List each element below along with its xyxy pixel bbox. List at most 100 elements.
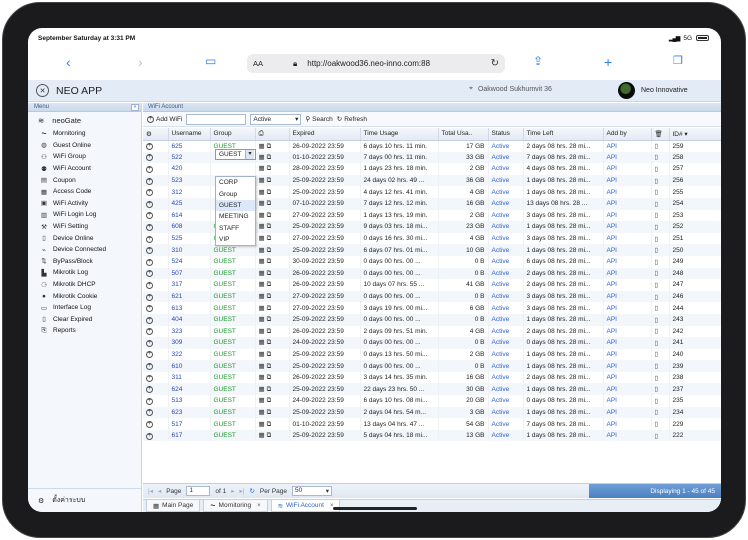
expand-row-button[interactable]: +: [143, 267, 169, 280]
sidebar-item-coupon[interactable]: ▤ Coupon: [40, 174, 141, 186]
sidebar-item-guest-online[interactable]: ◍ Guest Online: [40, 140, 141, 152]
copy-icon[interactable]: ⧉: [267, 270, 274, 277]
copy-icon[interactable]: ⧉: [267, 421, 274, 428]
expand-icon[interactable]: +: [146, 409, 153, 417]
username-cell[interactable]: 404: [168, 313, 211, 326]
expand-row-button[interactable]: +: [143, 197, 169, 210]
add-wifi-button[interactable]: + Add WiFi: [147, 115, 182, 123]
sidebar-item-mikrotik-dhcp[interactable]: ⚆ Mikrotik DHCP: [40, 279, 141, 291]
trash-icon[interactable]: ▯: [655, 409, 659, 416]
trash-icon[interactable]: 🗑︎: [655, 131, 663, 138]
table-row[interactable]: +311 GUEST ▦⧉ 26-09-2022 23:59 3 days 14 hrs…: [143, 371, 721, 384]
trash-icon[interactable]: ▯: [655, 259, 659, 266]
trash-icon[interactable]: ▯: [655, 421, 659, 428]
tab-main-page[interactable]: ▦ Main Page: [146, 500, 201, 512]
page-input[interactable]: 1: [186, 486, 211, 496]
delete-button[interactable]: ▯: [651, 360, 670, 372]
expand-icon[interactable]: +: [146, 421, 153, 429]
row-actions[interactable]: ▦⧉: [255, 255, 290, 268]
table-row[interactable]: +309 GUEST ▦⧉ 24-09-2022 23:59 0 days 00 hrs…: [143, 337, 721, 349]
delete-button[interactable]: ▯: [651, 429, 670, 442]
sidebar-section-neogate[interactable]: ≋ neoGate: [28, 112, 141, 128]
sidebar-item-wifi-login-log[interactable]: ▥ WiFi Login Log: [40, 209, 141, 221]
search-button[interactable]: ⚲ Search: [305, 115, 332, 124]
delete-button[interactable]: ▯: [651, 348, 670, 361]
copy-icon[interactable]: ⧉: [267, 339, 274, 346]
row-actions[interactable]: ▦⧉: [255, 290, 290, 303]
next-page-icon[interactable]: ▸: [231, 487, 234, 495]
tab-wifi-account[interactable]: ≋ WiFi Account ×: [270, 500, 341, 512]
copy-icon[interactable]: ⧉: [267, 223, 274, 230]
bookmarks-icon[interactable]: ▭: [205, 54, 216, 68]
copy-icon[interactable]: ⧉: [267, 281, 274, 288]
expand-icon[interactable]: +: [146, 143, 153, 151]
expand-row-button[interactable]: +: [143, 279, 169, 291]
dropdown-option[interactable]: MEETING: [216, 211, 255, 222]
row-actions[interactable]: ▦⧉: [255, 313, 290, 326]
table-row[interactable]: +524 GUEST ▦⧉ 30-09-2022 23:59 0 days 00 hrs…: [143, 255, 721, 268]
edit-icon[interactable]: ▦: [259, 165, 267, 172]
expand-icon[interactable]: +: [146, 258, 153, 266]
delete-button[interactable]: ▯: [651, 337, 670, 349]
edit-icon[interactable]: ▦: [259, 386, 267, 393]
sidebar-item-wifi-activity[interactable]: ▣ WiFi Activity: [40, 198, 141, 210]
table-row[interactable]: +513 GUEST ▦⧉ 24-09-2022 23:59 6 days 10 hrs…: [143, 395, 721, 407]
row-actions[interactable]: ▦⧉: [255, 221, 290, 233]
edit-icon[interactable]: ▦: [259, 258, 267, 265]
trash-icon[interactable]: ▯: [655, 375, 659, 382]
edit-icon[interactable]: ▦: [259, 281, 267, 288]
expand-icon[interactable]: +: [146, 305, 153, 313]
expand-icon[interactable]: +: [146, 293, 153, 301]
row-actions[interactable]: ▦⧉: [255, 395, 290, 407]
edit-icon[interactable]: ▦: [259, 328, 267, 335]
trash-icon[interactable]: ▯: [655, 317, 659, 324]
row-actions[interactable]: ▦⧉: [255, 348, 290, 361]
table-row[interactable]: +317 GUEST ▦⧉ 26-09-2022 23:59 10 days 07 hr…: [143, 279, 721, 291]
expand-icon[interactable]: +: [146, 177, 153, 185]
row-actions[interactable]: ▦⧉: [255, 186, 290, 198]
sidebar-item-bypass-block[interactable]: ⇅ ByPass/Block: [40, 256, 141, 268]
user-menu[interactable]: Neo Innovative: [618, 82, 688, 99]
expand-icon[interactable]: +: [146, 386, 153, 394]
username-cell[interactable]: 617: [168, 429, 211, 442]
username-cell[interactable]: 524: [168, 255, 211, 268]
forward-icon[interactable]: ›: [138, 54, 143, 70]
trash-icon[interactable]: ▯: [655, 433, 659, 440]
edit-icon[interactable]: ▦: [259, 235, 267, 242]
expand-icon[interactable]: +: [146, 281, 153, 289]
sidebar-item-wifi-group[interactable]: ⚇ WiFi Group: [40, 151, 141, 163]
trash-icon[interactable]: ▯: [655, 189, 659, 196]
table-row[interactable]: +420 ▦⧉ 28-09-2022 23:59 1 days 23 hrs. 18 …: [143, 163, 721, 175]
trash-icon[interactable]: ▯: [655, 224, 659, 231]
edit-icon[interactable]: ▦: [259, 421, 267, 428]
edit-icon[interactable]: ▦: [259, 223, 267, 230]
expand-icon[interactable]: +: [146, 200, 153, 208]
column-header[interactable]: ID# ▾: [669, 128, 721, 141]
expand-row-button[interactable]: +: [143, 313, 169, 326]
trash-icon[interactable]: ▯: [655, 247, 659, 254]
delete-button[interactable]: ▯: [651, 244, 670, 256]
settings-icon[interactable]: ⚙: [146, 131, 152, 138]
copy-icon[interactable]: ⧉: [267, 293, 274, 300]
trash-icon[interactable]: ▯: [655, 328, 659, 335]
sidebar-item-wifi-account[interactable]: ⚉ WiFi Account: [40, 163, 141, 175]
dropdown-option[interactable]: GUEST: [216, 199, 255, 212]
edit-icon[interactable]: ▦: [259, 143, 267, 150]
copy-icon[interactable]: ⧉: [267, 143, 274, 150]
row-actions[interactable]: ▦⧉: [255, 418, 290, 430]
row-actions[interactable]: ▦⧉: [255, 360, 290, 372]
expand-row-button[interactable]: +: [143, 186, 169, 198]
sidebar-item-reports[interactable]: ⎘ Reports: [40, 325, 141, 337]
expand-row-button[interactable]: +: [143, 406, 169, 419]
trash-icon[interactable]: ▯: [655, 398, 659, 405]
table-row[interactable]: +624 GUEST ▦⧉ 25-09-2022 23:59 22 days 23 hr…: [143, 383, 721, 396]
tab-mornitoring[interactable]: ⏦ Mornitoring ×: [203, 500, 268, 512]
username-cell[interactable]: 317: [168, 279, 211, 291]
table-row[interactable]: +507 GUEST ▦⧉ 26-09-2022 23:59 0 days 00 hrs…: [143, 267, 721, 280]
edit-icon[interactable]: ▦: [259, 351, 267, 358]
sidebar-item-clear-expired[interactable]: ▯ Clear Expired: [40, 314, 141, 326]
edit-icon[interactable]: ▦: [259, 189, 267, 196]
expand-icon[interactable]: +: [146, 374, 153, 382]
copy-icon[interactable]: ⧉: [267, 397, 274, 404]
table-row[interactable]: +613 GUEST ▦⧉ 27-09-2022 23:59 3 days 19 hrs…: [143, 302, 721, 314]
